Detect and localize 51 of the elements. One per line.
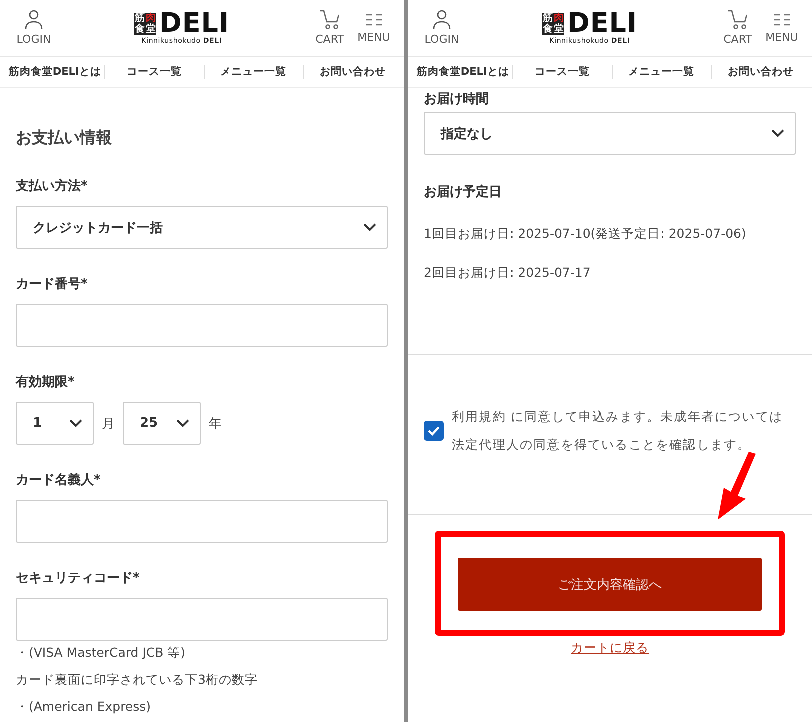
cart-icon (727, 10, 749, 30)
field-label: 有効期限* (16, 374, 76, 391)
section-title: お支払い情報 (16, 128, 113, 149)
chevron-down-icon (69, 419, 83, 428)
year-select[interactable]: 25 (123, 402, 201, 445)
field-label: カード番号* (16, 276, 89, 293)
nav-link[interactable]: コース一覧 (104, 65, 204, 79)
cart-button[interactable]: CART (308, 10, 352, 46)
select-field[interactable]: クレジットカード一括 (16, 206, 388, 249)
checkbox[interactable] (424, 421, 444, 441)
month-select[interactable]: 1 (16, 402, 94, 445)
menu-button[interactable]: MENU (352, 12, 396, 44)
note-text: ・(VISA MasterCard JCB 等) (16, 645, 187, 662)
agreement-text: 利用規約 に同意して申込みます。未成年者については法定代理人の同意を得ていることを確認します。 (452, 408, 784, 454)
checkmark-icon (428, 426, 440, 436)
menu-icon (773, 12, 791, 28)
menu-button[interactable]: MENU (760, 12, 804, 44)
field-label: 支払い方法* (16, 178, 89, 195)
field-label: セキュリティコード* (16, 570, 141, 587)
select-field[interactable]: 指定なし (424, 112, 796, 155)
confirm-order-button[interactable]: ご注文内容確認へ (458, 558, 762, 611)
input-field[interactable] (16, 500, 388, 543)
input-field[interactable] (16, 304, 388, 347)
nav-link[interactable]: コース一覧 (512, 65, 612, 79)
user-icon (25, 10, 43, 30)
delivery-date-text: 1回目お届け日: 2025-07-10(発送予定日: 2025-07-06) (424, 226, 748, 243)
menu-icon (365, 12, 383, 28)
nav-link[interactable]: メニュー一覧 (204, 65, 303, 79)
month-unit: 月 (102, 416, 115, 432)
nav-link[interactable]: お問い合わせ (302, 65, 402, 79)
note-text: ・(American Express) (16, 699, 152, 716)
cart-icon (319, 10, 341, 30)
delivery-date-text: 2回目お届け日: 2025-07-17 (424, 265, 592, 282)
chevron-down-icon (176, 419, 190, 428)
chevron-down-icon (363, 223, 377, 232)
chevron-down-icon (771, 129, 785, 138)
login-button[interactable]: LOGIN (12, 10, 56, 46)
note-text: カード裏面に印字されている下3桁の数字 (16, 672, 259, 689)
nav-link[interactable]: 筋肉食堂DELIとは (414, 65, 512, 79)
cart-button[interactable]: CART (716, 10, 760, 46)
input-field[interactable] (16, 598, 388, 641)
field-label: カード名義人* (16, 472, 102, 489)
year-unit: 年 (209, 416, 222, 432)
back-to-cart-link[interactable]: カートに戻る (571, 640, 649, 657)
login-button[interactable]: LOGIN (420, 10, 464, 46)
nav-link[interactable]: お問い合わせ (710, 65, 810, 79)
field-label: お届け時間 (424, 91, 490, 108)
section-label: お届け予定日 (424, 184, 503, 201)
nav-link[interactable]: メニュー一覧 (612, 65, 711, 79)
user-icon (433, 10, 451, 30)
nav-link[interactable]: 筋肉食堂DELIとは (6, 65, 104, 79)
